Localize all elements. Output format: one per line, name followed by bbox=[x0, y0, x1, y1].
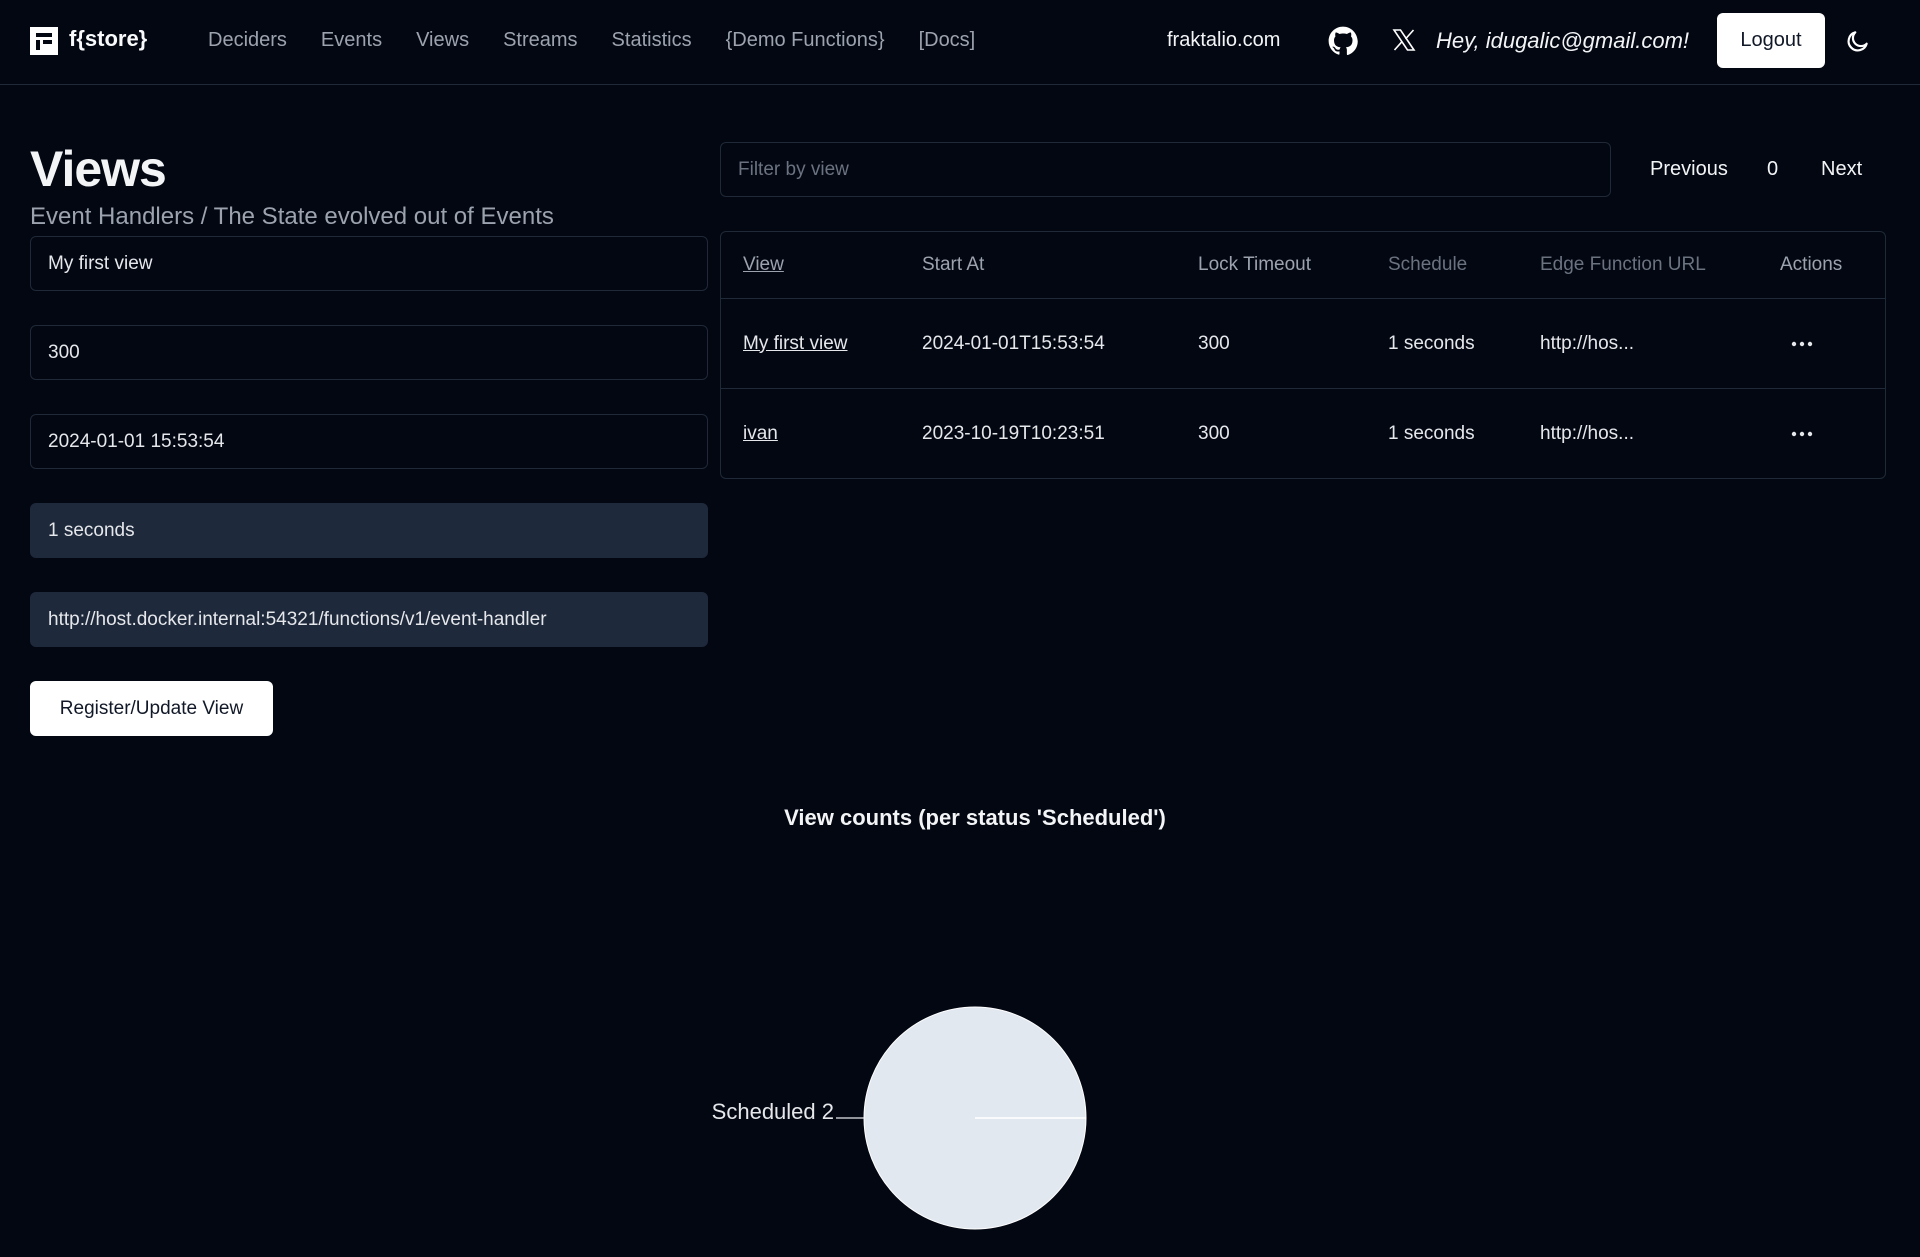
schedule-cell: 1 seconds bbox=[1388, 422, 1475, 444]
schedule-cell: 1 seconds bbox=[1388, 332, 1475, 354]
pie-slice-label: Scheduled 2 bbox=[712, 1099, 834, 1124]
page-subtitle: Event Handlers / The State evolved out o… bbox=[30, 203, 554, 230]
nav-demo-functions[interactable]: {Demo Functions} bbox=[726, 29, 885, 52]
view-name-link[interactable]: ivan bbox=[743, 423, 778, 445]
top-navbar: f{store} Deciders Events Views Streams S… bbox=[0, 0, 1920, 85]
dark-mode-toggle-icon[interactable] bbox=[1845, 28, 1871, 54]
edge-function-url-input[interactable]: http://host.docker.internal:54321/functi… bbox=[30, 592, 708, 647]
nav-streams[interactable]: Streams bbox=[503, 29, 577, 52]
nav-docs[interactable]: [Docs] bbox=[919, 29, 976, 52]
schedule-input[interactable]: 1 seconds bbox=[30, 503, 708, 558]
edge-function-url-cell: http://hos... bbox=[1540, 332, 1634, 354]
column-header-actions: Actions bbox=[1780, 254, 1843, 275]
github-icon[interactable] bbox=[1328, 26, 1358, 56]
table-header-row: View Start At Lock Timeout Schedule Edge… bbox=[721, 232, 1885, 299]
page-title: Views bbox=[30, 141, 167, 197]
nav-statistics[interactable]: Statistics bbox=[612, 29, 692, 52]
table-row: ivan 2023-10-19T10:23:51 300 1 seconds h… bbox=[721, 389, 1885, 478]
column-header-edge-function-url: Edge Function URL bbox=[1540, 254, 1706, 275]
lock-timeout-input[interactable]: 300 bbox=[30, 325, 708, 380]
nav-deciders[interactable]: Deciders bbox=[208, 29, 287, 52]
view-name-link[interactable]: My first view bbox=[743, 333, 848, 355]
logout-button[interactable]: Logout bbox=[1717, 13, 1825, 68]
main-nav: Deciders Events Views Streams Statistics… bbox=[208, 29, 1009, 52]
lock-timeout-cell: 300 bbox=[1198, 332, 1230, 354]
lock-timeout-cell: 300 bbox=[1198, 422, 1230, 444]
fraktalio-link[interactable]: fraktalio.com bbox=[1167, 29, 1280, 52]
column-header-schedule: Schedule bbox=[1388, 254, 1468, 275]
row-actions-menu-icon[interactable] bbox=[1791, 341, 1813, 347]
views-table: View Start At Lock Timeout Schedule Edge… bbox=[720, 231, 1886, 479]
fstore-logo-icon[interactable] bbox=[30, 27, 58, 55]
start-at-input[interactable]: 2024-01-01 15:53:54 bbox=[30, 414, 708, 469]
column-header-view[interactable]: View bbox=[743, 254, 784, 276]
start-at-cell: 2023-10-19T10:23:51 bbox=[922, 422, 1105, 444]
brand-name[interactable]: f{store} bbox=[69, 26, 147, 52]
edge-function-url-cell: http://hos... bbox=[1540, 422, 1634, 444]
table-row: My first view 2024-01-01T15:53:54 300 1 … bbox=[721, 299, 1885, 389]
next-page-button[interactable]: Next bbox=[1821, 158, 1862, 181]
register-update-view-button[interactable]: Register/Update View bbox=[30, 681, 273, 736]
view-name-input[interactable]: My first view bbox=[30, 236, 708, 291]
nav-events[interactable]: Events bbox=[321, 29, 382, 52]
column-header-lock-timeout: Lock Timeout bbox=[1198, 254, 1311, 275]
start-at-cell: 2024-01-01T15:53:54 bbox=[922, 332, 1105, 354]
column-header-start-at: Start At bbox=[922, 254, 985, 275]
user-greeting: Hey, idugalic@gmail.com! bbox=[1436, 28, 1690, 53]
chart-title: View counts (per status 'Scheduled') bbox=[784, 805, 1166, 830]
previous-page-button[interactable]: Previous bbox=[1650, 158, 1728, 181]
filter-by-view-input[interactable] bbox=[720, 142, 1611, 197]
row-actions-menu-icon[interactable] bbox=[1791, 431, 1813, 437]
page-number: 0 bbox=[1767, 158, 1779, 180]
x-twitter-icon[interactable] bbox=[1392, 28, 1416, 52]
nav-views[interactable]: Views bbox=[416, 29, 469, 52]
